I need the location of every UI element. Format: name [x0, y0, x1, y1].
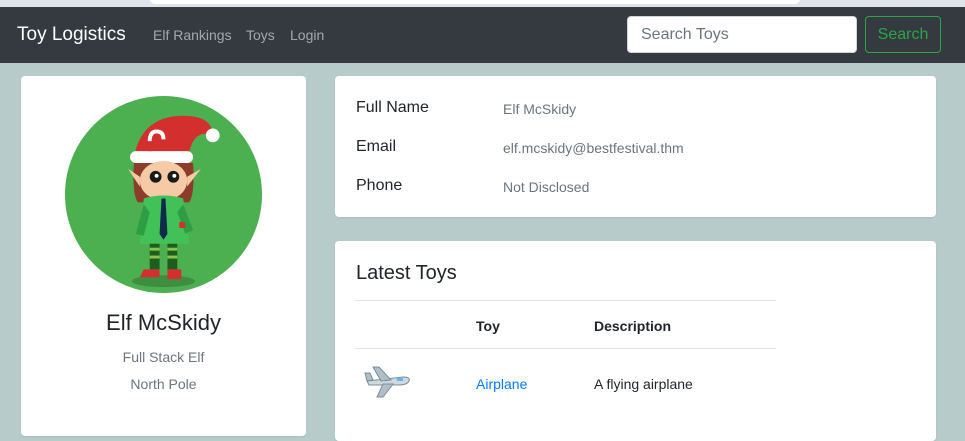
full-name-value: Elf McSkidy — [503, 101, 577, 117]
profile-role: Full Stack Elf — [122, 349, 205, 365]
table-header-divider — [355, 348, 776, 349]
navbar: Toy Logistics Elf Rankings Toys Login Se… — [0, 7, 965, 63]
profile-card: Elf McSkidy Full Stack Elf North Pole — [21, 76, 306, 436]
column-header-toy: Toy — [476, 318, 500, 334]
latest-toys-card: Latest Toys Toy Description Airplane A f… — [335, 241, 936, 441]
nav-link-toys[interactable]: Toys — [246, 27, 275, 43]
email-value: elf.mcskidy@bestfestival.thm — [503, 140, 684, 156]
nav-link-elf-rankings[interactable]: Elf Rankings — [153, 27, 232, 43]
search-input[interactable] — [627, 16, 857, 53]
phone-value: Not Disclosed — [503, 179, 590, 195]
profile-location: North Pole — [130, 376, 197, 392]
table-top-divider — [355, 300, 776, 301]
toy-description: A flying airplane — [594, 376, 693, 392]
info-card: Full Name Elf McSkidy Email elf.mcskidy@… — [335, 76, 936, 217]
browser-top-strip — [0, 0, 965, 7]
brand-link[interactable]: Toy Logistics — [17, 24, 126, 46]
search-button[interactable]: Search — [865, 16, 941, 53]
nav-link-login[interactable]: Login — [290, 27, 324, 43]
address-bar-edge — [150, 0, 800, 4]
email-label: Email — [356, 138, 397, 155]
full-name-label: Full Name — [356, 99, 429, 116]
airplane-icon — [364, 366, 410, 398]
column-header-description: Description — [594, 318, 672, 334]
elf-avatar-icon — [65, 96, 262, 293]
latest-toys-title: Latest Toys — [356, 262, 457, 284]
profile-name: Elf McSkidy — [106, 310, 221, 335]
phone-label: Phone — [356, 177, 403, 194]
toy-link-airplane[interactable]: Airplane — [476, 376, 527, 392]
